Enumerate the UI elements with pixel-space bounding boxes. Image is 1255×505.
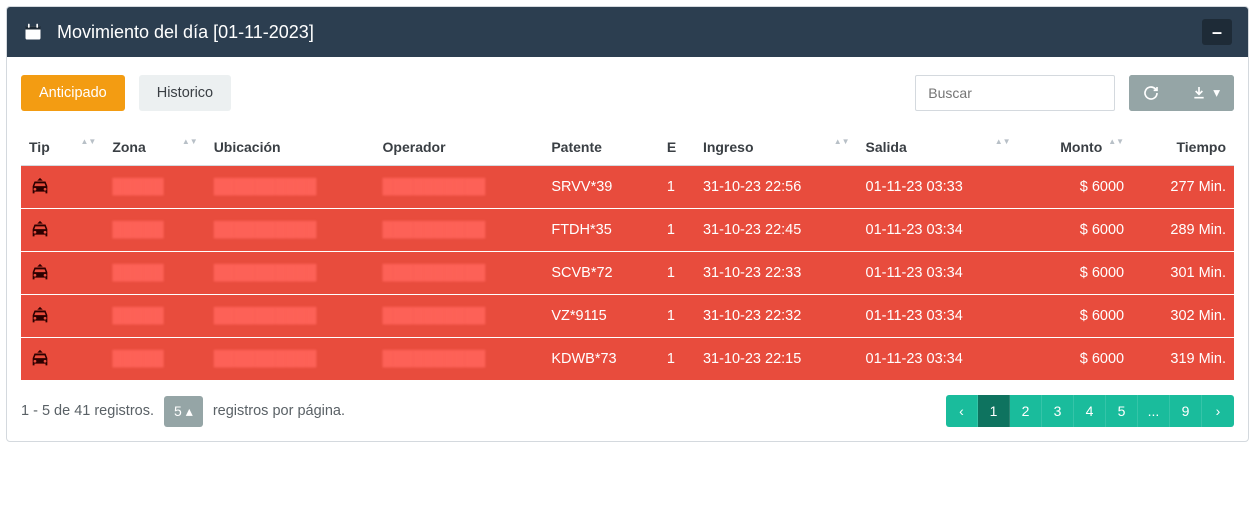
download-icon xyxy=(1191,85,1207,101)
action-button-group: ▾ xyxy=(1129,75,1234,111)
col-ingreso[interactable]: Ingreso▲▼ xyxy=(695,129,858,166)
col-operador[interactable]: Operador xyxy=(375,129,544,166)
col-patente[interactable]: Patente xyxy=(543,129,659,166)
refresh-button[interactable] xyxy=(1129,75,1173,111)
records-range: 1 - 5 de 41 registros. xyxy=(21,403,154,419)
cell-operador: ██████████ xyxy=(375,295,544,338)
cell-salida: 01-11-23 03:34 xyxy=(858,209,1019,252)
cell-monto: $ 6000 xyxy=(1019,252,1133,295)
cell-salida: 01-11-23 03:34 xyxy=(858,295,1019,338)
cell-ingreso: 31-10-23 22:45 xyxy=(695,209,858,252)
cell-monto: $ 6000 xyxy=(1019,166,1133,209)
col-e[interactable]: E xyxy=(659,129,695,166)
col-tip[interactable]: Tip▲▼ xyxy=(21,129,104,166)
cell-salida: 01-11-23 03:33 xyxy=(858,166,1019,209)
cell-zona: █████ xyxy=(104,209,205,252)
table-row[interactable]: █████████████████████████SCVB*72131-10-2… xyxy=(21,252,1234,295)
cell-ubicacion: ██████████ xyxy=(206,209,375,252)
cell-monto: $ 6000 xyxy=(1019,338,1133,381)
cell-ingreso: 31-10-23 22:15 xyxy=(695,338,858,381)
page-next[interactable]: › xyxy=(1202,395,1234,427)
cell-zona: █████ xyxy=(104,166,205,209)
cell-e: 1 xyxy=(659,209,695,252)
cell-e: 1 xyxy=(659,295,695,338)
per-page-label: registros por página. xyxy=(213,403,345,419)
cell-tiempo: 277 Min. xyxy=(1132,166,1234,209)
export-button[interactable]: ▾ xyxy=(1177,75,1234,111)
cell-salida: 01-11-23 03:34 xyxy=(858,252,1019,295)
car-icon xyxy=(29,262,96,284)
caret-up-icon: ▴ xyxy=(186,403,193,420)
col-salida[interactable]: Salida▲▼ xyxy=(858,129,1019,166)
page-1[interactable]: 1 xyxy=(978,395,1010,427)
cell-tiempo: 319 Min. xyxy=(1132,338,1234,381)
anticipado-button[interactable]: Anticipado xyxy=(21,75,125,111)
col-monto[interactable]: Monto▲▼ xyxy=(1019,129,1133,166)
refresh-icon xyxy=(1143,85,1159,101)
car-icon xyxy=(29,219,96,241)
cell-patente: VZ*9115 xyxy=(543,295,659,338)
cell-ubicacion: ██████████ xyxy=(206,295,375,338)
cell-zona: █████ xyxy=(104,338,205,381)
cell-ingreso: 31-10-23 22:32 xyxy=(695,295,858,338)
movements-panel: Movimiento del día [01-11-2023] – Antici… xyxy=(6,6,1249,442)
col-zona[interactable]: Zona▲▼ xyxy=(104,129,205,166)
cell-salida: 01-11-23 03:34 xyxy=(858,338,1019,381)
cell-patente: FTDH*35 xyxy=(543,209,659,252)
cell-monto: $ 6000 xyxy=(1019,295,1133,338)
page-9[interactable]: 9 xyxy=(1170,395,1202,427)
table-row[interactable]: █████████████████████████KDWB*73131-10-2… xyxy=(21,338,1234,381)
cell-e: 1 xyxy=(659,252,695,295)
col-tiempo[interactable]: Tiempo xyxy=(1132,129,1234,166)
page-3[interactable]: 3 xyxy=(1042,395,1074,427)
table-row[interactable]: █████████████████████████SRVV*39131-10-2… xyxy=(21,166,1234,209)
table-row[interactable]: █████████████████████████FTDH*35131-10-2… xyxy=(21,209,1234,252)
calendar-icon xyxy=(23,22,43,42)
collapse-button[interactable]: – xyxy=(1202,19,1232,45)
cell-ubicacion: ██████████ xyxy=(206,338,375,381)
cell-e: 1 xyxy=(659,338,695,381)
cell-tiempo: 302 Min. xyxy=(1132,295,1234,338)
table-footer: 1 - 5 de 41 registros. 5 ▴ registros por… xyxy=(21,395,1234,427)
panel-title: Movimiento del día [01-11-2023] xyxy=(57,22,1188,43)
page-5[interactable]: 5 xyxy=(1106,395,1138,427)
cell-operador: ██████████ xyxy=(375,252,544,295)
car-icon xyxy=(29,176,96,198)
cell-tiempo: 289 Min. xyxy=(1132,209,1234,252)
search-input[interactable] xyxy=(915,75,1115,111)
cell-ingreso: 31-10-23 22:33 xyxy=(695,252,858,295)
cell-tiempo: 301 Min. xyxy=(1132,252,1234,295)
movements-table: Tip▲▼ Zona▲▼ Ubicación Operador Patente … xyxy=(21,129,1234,381)
car-icon xyxy=(29,305,96,327)
table-row[interactable]: █████████████████████████VZ*9115131-10-2… xyxy=(21,295,1234,338)
cell-patente: KDWB*73 xyxy=(543,338,659,381)
cell-monto: $ 6000 xyxy=(1019,209,1133,252)
cell-ubicacion: ██████████ xyxy=(206,252,375,295)
cell-operador: ██████████ xyxy=(375,338,544,381)
historico-button[interactable]: Historico xyxy=(139,75,231,111)
col-ubicacion[interactable]: Ubicación xyxy=(206,129,375,166)
car-icon xyxy=(29,348,96,370)
page-prev[interactable]: ‹ xyxy=(946,395,978,427)
page-...[interactable]: ... xyxy=(1138,395,1170,427)
caret-down-icon: ▾ xyxy=(1213,85,1220,101)
cell-ubicacion: ██████████ xyxy=(206,166,375,209)
cell-patente: SCVB*72 xyxy=(543,252,659,295)
cell-ingreso: 31-10-23 22:56 xyxy=(695,166,858,209)
panel-header: Movimiento del día [01-11-2023] – xyxy=(7,7,1248,57)
pagination: ‹12345...9› xyxy=(946,395,1234,427)
cell-patente: SRVV*39 xyxy=(543,166,659,209)
cell-zona: █████ xyxy=(104,252,205,295)
cell-e: 1 xyxy=(659,166,695,209)
page-2[interactable]: 2 xyxy=(1010,395,1042,427)
toolbar: Anticipado Historico ▾ xyxy=(21,75,1234,111)
cell-operador: ██████████ xyxy=(375,166,544,209)
page-4[interactable]: 4 xyxy=(1074,395,1106,427)
cell-zona: █████ xyxy=(104,295,205,338)
cell-operador: ██████████ xyxy=(375,209,544,252)
page-size-select[interactable]: 5 ▴ xyxy=(164,396,203,427)
panel-body: Anticipado Historico ▾ Tip▲▼ Zona▲▼ Ubic… xyxy=(7,57,1248,441)
